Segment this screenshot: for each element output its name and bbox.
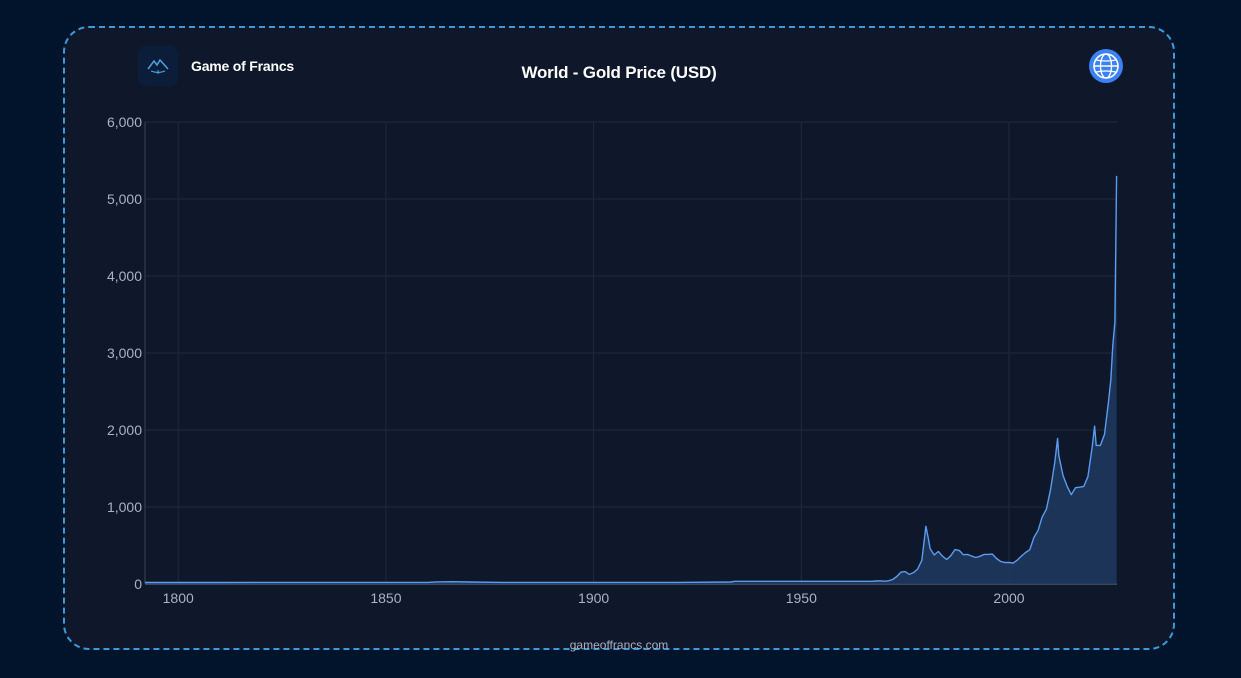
series-area (145, 175, 1117, 584)
x-tick-label: 1950 (786, 590, 817, 606)
series-line (145, 175, 1118, 584)
y-tick-label: 2,000 (107, 422, 142, 438)
x-tick-label: 1850 (370, 590, 401, 606)
y-tick-label: 3,000 (107, 345, 142, 361)
y-tick-label: 5,000 (107, 191, 142, 207)
y-tick-label: 4,000 (107, 268, 142, 284)
gold-price-chart: 0 1,000 2,000 3,000 4,000 5,000 6,000 1800 1850 1… (107, 114, 1118, 606)
y-tick-label: 6,000 (107, 114, 142, 130)
x-tick-label: 1800 (163, 590, 194, 606)
y-tick-label: 1,000 (107, 499, 142, 515)
x-tick-label: 2000 (993, 590, 1024, 606)
x-tick-label: 1900 (578, 590, 609, 606)
y-tick-label: 0 (134, 576, 142, 592)
